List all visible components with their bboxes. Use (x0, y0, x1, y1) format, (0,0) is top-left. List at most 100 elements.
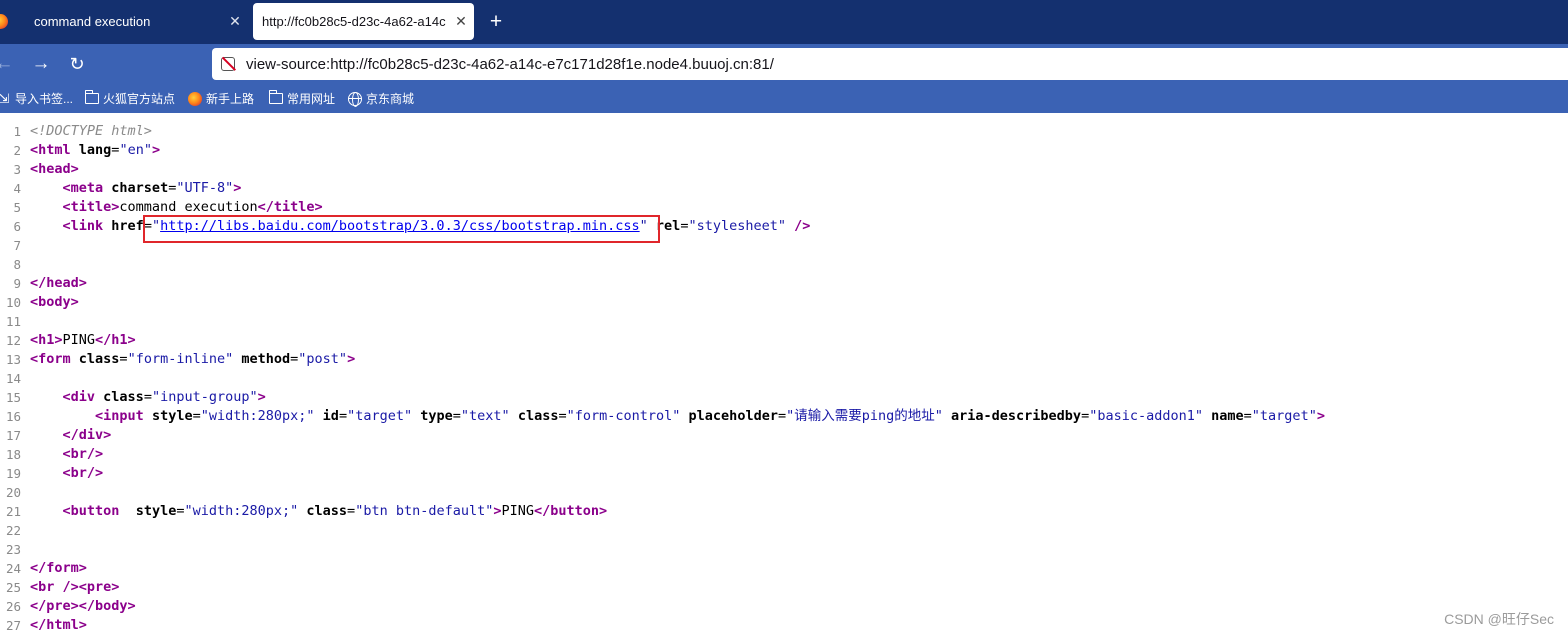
line-number: 8 (13, 257, 21, 272)
tag: > (347, 351, 356, 367)
insecure-lock-icon[interactable] (221, 57, 235, 71)
attr: class (517, 408, 559, 424)
attr: style (135, 503, 177, 519)
line-number: 15 (5, 390, 21, 405)
source-line: 10 <body> (0, 293, 1568, 312)
attr: rel (655, 218, 681, 234)
close-icon[interactable]: ✕ (222, 13, 248, 30)
attr-value: "请输入需要ping的地址" (786, 408, 943, 424)
attr-value: "en" (119, 142, 152, 158)
source-line: 17 </div> (0, 426, 1568, 445)
bookmark-firefox-sites[interactable]: 火狐官方站点 (84, 90, 175, 107)
source-line: 26 </pre></body> (0, 597, 1568, 616)
line-number: 25 (5, 580, 21, 595)
tag: /> (786, 218, 811, 234)
tab-strip: command execution ✕ http://fc0b28c5-d23c… (0, 0, 1568, 44)
attr: aria-describedby (951, 408, 1082, 424)
text-content: PING (62, 332, 96, 348)
tag: </title> (257, 199, 323, 215)
tag: > (493, 503, 502, 519)
attr-value: "form-inline" (127, 351, 234, 367)
forward-button[interactable]: → (28, 51, 54, 77)
navigation-toolbar: ← → ↻ view-source:http://fc0b28c5-d23c-4… (0, 44, 1568, 84)
attr-value: "width:280px;" (200, 408, 315, 424)
attr: method (241, 351, 291, 367)
attr-value: "input-group" (151, 389, 258, 405)
source-line: 25 <br /><pre> (0, 578, 1568, 597)
line-number: 10 (5, 295, 21, 310)
tag: </button> (534, 503, 608, 519)
source-line: 22 (0, 521, 1568, 540)
tag: </html> (30, 617, 87, 633)
reload-button[interactable]: ↻ (64, 51, 90, 77)
attr: id (322, 408, 339, 424)
new-tab-button[interactable]: + (483, 8, 509, 36)
attr: name (1211, 408, 1244, 424)
tag: > (1316, 408, 1325, 424)
bookmark-jd[interactable]: 京东商城 (348, 90, 414, 107)
tag: <html (30, 142, 71, 158)
attr: class (78, 351, 120, 367)
tag: <title> (62, 199, 120, 215)
line-number: 9 (13, 276, 21, 291)
attr: class (306, 503, 348, 519)
attr: class (103, 389, 144, 405)
line-number: 19 (5, 466, 21, 481)
firefox-icon (0, 14, 8, 29)
import-icon: ⇲ (0, 90, 10, 106)
stylesheet-link[interactable]: http://libs.baidu.com/bootstrap/3.0.3/cs… (160, 218, 640, 234)
source-line: 24 </form> (0, 559, 1568, 578)
line-number: 2 (13, 143, 21, 158)
attr: charset (111, 180, 169, 196)
tag: <link (62, 218, 104, 234)
source-line: 20 (0, 483, 1568, 502)
tag: <head> (30, 161, 79, 177)
doctype: <!DOCTYPE html> (30, 123, 152, 139)
tag: <br /> (30, 579, 79, 595)
attr-value: "form-control" (566, 408, 681, 424)
firefox-icon (188, 91, 202, 106)
line-number: 24 (5, 561, 21, 576)
back-button[interactable]: ← (0, 51, 17, 77)
attr-value: "stylesheet" (688, 218, 786, 234)
source-line: 14 (0, 369, 1568, 388)
attr-value: "target" (347, 408, 413, 424)
attr-value: "UTF-8" (176, 180, 234, 196)
line-number: 22 (5, 523, 21, 538)
tag: > (151, 142, 161, 158)
tab-view-source[interactable]: http://fc0b28c5-d23c-4a62-a14c ✕ (253, 3, 474, 40)
bookmark-import[interactable]: ⇲ 导入书签... (0, 90, 73, 107)
source-view: 1 <!DOCTYPE html> 2 <html lang="en"> 3 <hea… (0, 122, 1568, 635)
tag: <button (62, 503, 120, 519)
close-icon[interactable]: ✕ (448, 13, 474, 30)
attr-value: "target" (1251, 408, 1317, 424)
source-line: 4 <meta charset="UTF-8"> (0, 179, 1568, 198)
source-line: 21 <button style="width:280px;" class="b… (0, 502, 1568, 521)
line-number: 13 (5, 352, 21, 367)
line-number: 7 (13, 238, 21, 253)
source-line: 18 <br/> (0, 445, 1568, 464)
attr-value: "btn btn-default" (355, 503, 494, 519)
address-bar[interactable]: view-source:http://fc0b28c5-d23c-4a62-a1… (212, 48, 1568, 80)
url-text[interactable]: view-source:http://fc0b28c5-d23c-4a62-a1… (246, 56, 774, 73)
bookmark-common-sites[interactable]: 常用网址 (268, 90, 335, 107)
attr-value: "width:280px;" (184, 503, 299, 519)
tag: <input (95, 408, 144, 424)
source-line: 12 <h1>PING</h1> (0, 331, 1568, 350)
source-line: 6 <link href="http://libs.baidu.com/boot… (0, 217, 1568, 236)
tag: <body> (30, 294, 79, 310)
bookmark-label: 新手上路 (206, 92, 255, 106)
line-number: 27 (5, 618, 21, 633)
tab-command-execution[interactable]: command execution ✕ (20, 3, 248, 40)
tab-label: http://fc0b28c5-d23c-4a62-a14c (262, 14, 446, 29)
source-line: 1 <!DOCTYPE html> (0, 122, 1568, 141)
tab-label: command execution (34, 14, 151, 29)
watermark: CSDN @旺仔Sec (1444, 611, 1554, 627)
tag: <meta (62, 180, 104, 196)
bookmark-getting-started[interactable]: 新手上路 (188, 90, 254, 107)
text-content: command execution (119, 199, 258, 215)
line-number: 20 (5, 485, 21, 500)
tag: <br/> (62, 465, 104, 481)
tag: </form> (30, 560, 87, 576)
line-number: 18 (5, 447, 21, 462)
